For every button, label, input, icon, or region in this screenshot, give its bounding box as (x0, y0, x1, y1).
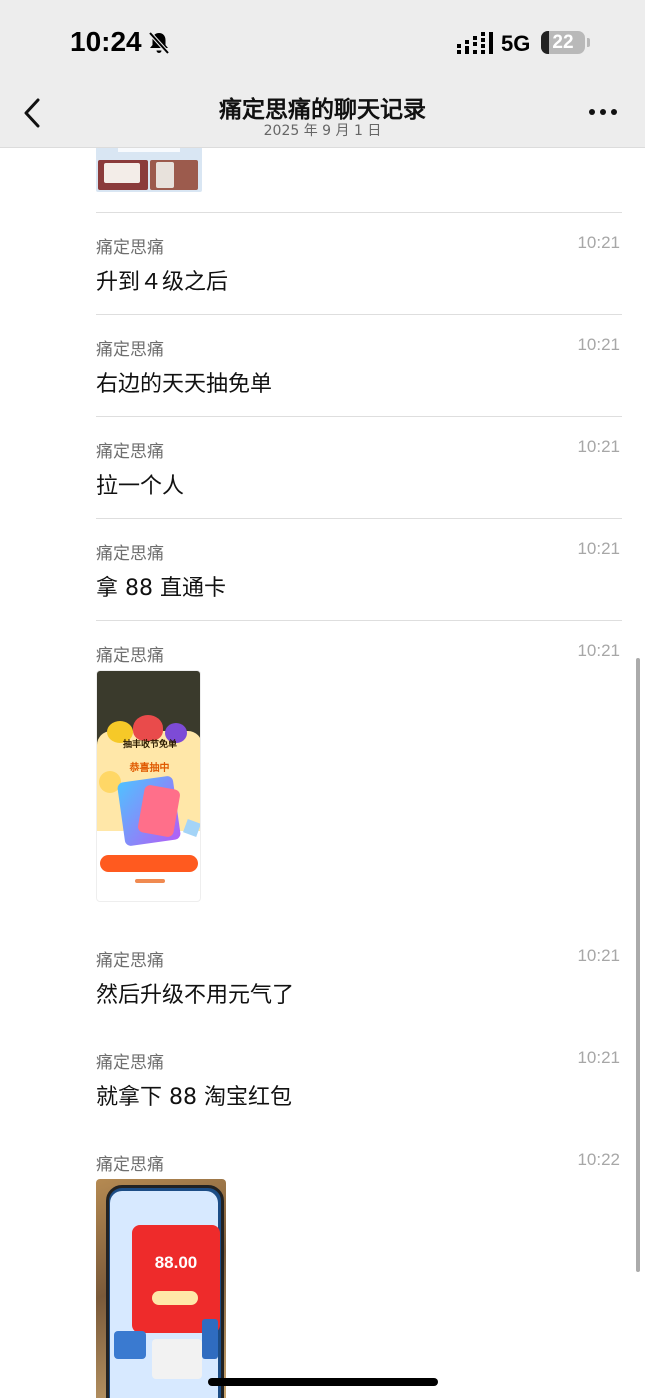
message-time: 10:21 (577, 233, 620, 252)
message-text[interactable]: 就拿下 88 淘宝红包 (96, 1079, 292, 1111)
more-dots-icon[interactable] (588, 104, 618, 120)
message-text[interactable]: 然后升级不用元气了 (96, 977, 294, 1009)
page-date: 2025 年 9 月 1 日 (263, 123, 382, 139)
top-bar: 10:24 5G 22 痛定思痛的聊天记录 2025 年 9 月 1 日 (0, 0, 645, 148)
status-time: 10:24 (70, 26, 142, 57)
image-red-packet-photo[interactable]: 88.00 (96, 1179, 226, 1398)
network-type: 5G (501, 31, 531, 56)
signal-icon (457, 32, 493, 54)
message-text[interactable]: 右边的天天抽免单 (96, 366, 272, 398)
message-sender: 痛定思痛 (96, 1155, 164, 1175)
red-packet-amount: 88.00 (154, 1253, 198, 1272)
divider (96, 620, 622, 621)
scrollbar[interactable] (636, 658, 640, 1272)
message-time: 10:21 (577, 1048, 620, 1067)
message-text[interactable]: 升到４级之后 (96, 264, 228, 296)
message-time: 10:22 (577, 1150, 620, 1169)
divider (96, 416, 622, 417)
image-promo-screenshot[interactable]: 抽丰收节免单 恭喜抽中 (96, 670, 201, 902)
bell-muted-icon (148, 31, 170, 55)
divider (96, 212, 622, 213)
message-sender: 痛定思痛 (96, 951, 164, 971)
home-indicator[interactable] (208, 1378, 438, 1386)
message-sender: 痛定思痛 (96, 340, 164, 360)
message-time: 10:21 (577, 437, 620, 456)
battery-level: 22 (552, 31, 574, 53)
message-text[interactable]: 拉一个人 (96, 468, 184, 500)
message-time: 10:21 (577, 946, 620, 965)
message-time: 10:21 (577, 641, 620, 660)
message-sender: 痛定思痛 (96, 238, 164, 258)
message-time: 10:21 (577, 335, 620, 354)
message-sender: 痛定思痛 (96, 1053, 164, 1073)
promo-title: 抽丰收节免单 (122, 740, 177, 750)
message-time: 10:21 (577, 539, 620, 558)
message-text[interactable]: 拿 88 直通卡 (96, 570, 226, 602)
message-sender: 痛定思痛 (96, 646, 164, 666)
message-sender: 痛定思痛 (96, 442, 164, 462)
divider (96, 518, 622, 519)
battery-icon: 22 (541, 31, 585, 54)
page-title: 痛定思痛的聊天记录 (219, 97, 426, 123)
battery-cap (587, 38, 590, 47)
divider (96, 314, 622, 315)
message-sender: 痛定思痛 (96, 544, 164, 564)
